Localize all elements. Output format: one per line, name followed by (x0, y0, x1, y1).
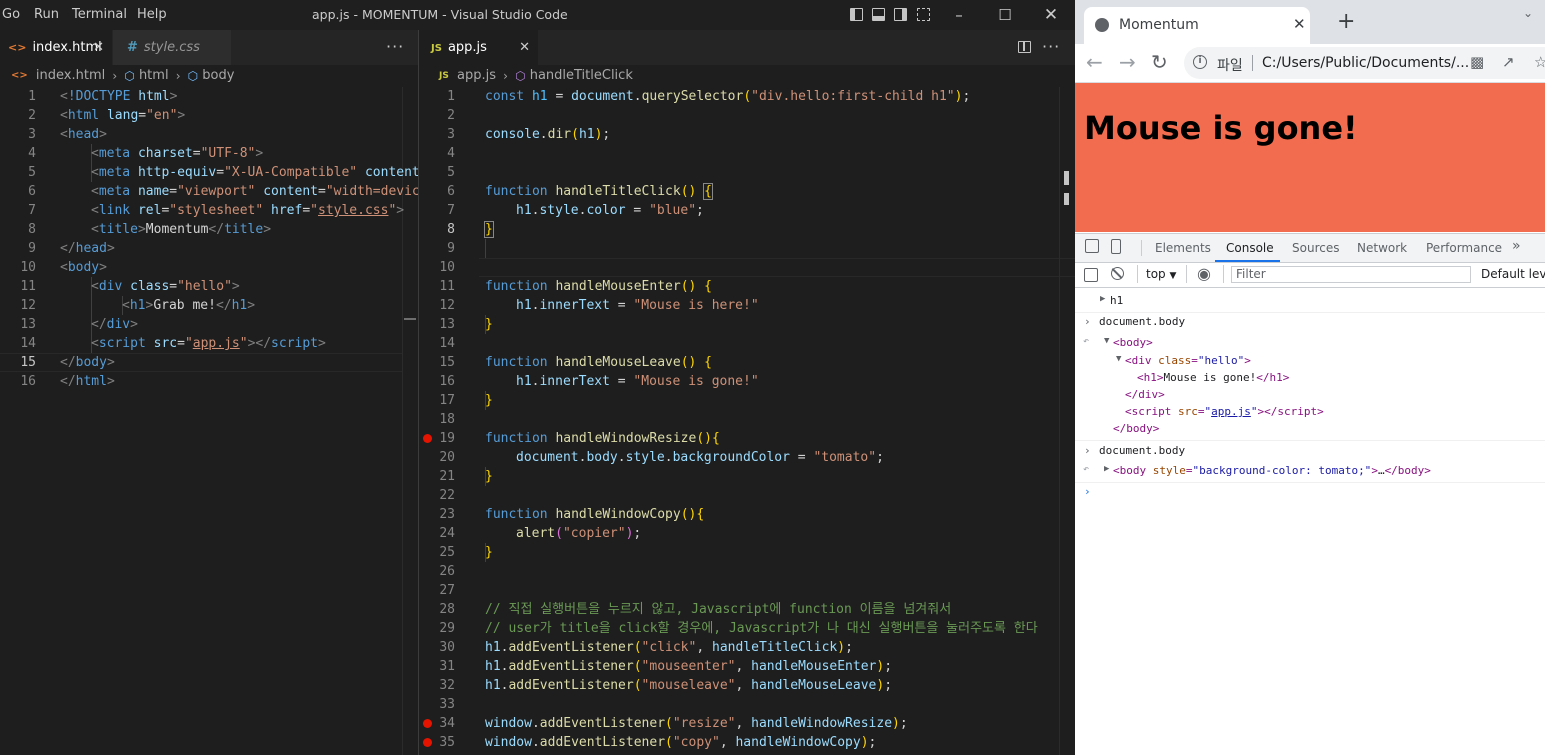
translate-icon[interactable]: ▩ (1470, 53, 1484, 71)
menu-help[interactable]: Help (137, 7, 167, 22)
address-url: C:/Users/Public/Documents/... (1262, 55, 1470, 71)
browser-tab-strip: Momentum ✕ + ⌄ (1075, 0, 1545, 44)
symbol-icon: ⬡ (124, 69, 135, 83)
browser-tab[interactable]: Momentum ✕ (1084, 7, 1310, 44)
back-icon[interactable]: ← (1086, 50, 1103, 74)
close-tab-icon[interactable]: ✕ (1293, 15, 1306, 33)
more-actions-icon[interactable]: ··· (1042, 30, 1060, 65)
sidebar-toggle-icon[interactable] (1084, 268, 1098, 282)
page-heading[interactable]: Mouse is gone! (1084, 109, 1358, 147)
devtools-tab-performance[interactable]: Performance (1426, 241, 1502, 255)
tab-label: app.js (447, 40, 487, 55)
toggle-secondary-sidebar-icon[interactable] (894, 8, 907, 21)
code-editor-js[interactable]: 1 const h1 = document.querySelector("div.… (419, 87, 1075, 755)
html-file-icon: <> (11, 70, 28, 81)
more-actions-icon[interactable]: ··· (386, 30, 404, 65)
editor-pane-right: JS app.js ✕ ··· JS app.js › ⬡ handleTitle… (419, 30, 1075, 755)
title-bar: Go Run Terminal Help app.js - MOMENTUM -… (0, 0, 1075, 30)
js-file-icon: JS (439, 71, 449, 81)
menu-run[interactable]: Run (34, 7, 59, 22)
console-toolbar: top ▼ ◉ Filter Default leve (1075, 263, 1545, 288)
clear-console-icon[interactable] (1111, 267, 1124, 280)
dropdown-arrow-icon: ▼ (1169, 271, 1177, 281)
context-select[interactable]: top ▼ (1146, 267, 1176, 281)
browser-toolbar: ← → ↻ i 파일 C:/Users/Public/Documents/...… (1075, 44, 1545, 83)
menu-go[interactable]: Go (2, 7, 20, 22)
bookmark-star-icon[interactable]: ☆ (1534, 53, 1545, 71)
forward-icon[interactable]: → (1119, 50, 1136, 74)
window-title: app.js - MOMENTUM - Visual Studio Code (312, 7, 568, 22)
browser-tab-title: Momentum (1119, 17, 1199, 33)
address-bar[interactable]: i 파일 C:/Users/Public/Documents/... ▩ ↗ ☆ (1184, 47, 1545, 79)
split-editor-icon[interactable] (1018, 41, 1031, 53)
tab-style-css[interactable]: # style.css (113, 30, 231, 65)
menu-terminal[interactable]: Terminal (72, 7, 127, 22)
share-icon[interactable]: ↗ (1502, 53, 1515, 71)
devtools-tab-network[interactable]: Network (1357, 241, 1407, 255)
breadcrumb-item[interactable]: body (202, 68, 234, 83)
breadcrumb: <> index.html › ⬡ html › ⬡ body (0, 65, 418, 87)
globe-icon (1095, 18, 1109, 32)
minimize-icon[interactable]: – (947, 4, 971, 26)
live-expression-eye-icon[interactable]: ◉ (1197, 264, 1211, 283)
vscode-window: Go Run Terminal Help app.js - MOMENTUM -… (0, 0, 1075, 755)
log-levels-select[interactable]: Default leve (1481, 267, 1545, 281)
tab-bar-right: JS app.js ✕ ··· (419, 30, 1075, 65)
editor-pane-left: <> index.html ✕ # style.css ··· <> index.h… (0, 30, 418, 755)
devtools-tab-sources[interactable]: Sources (1292, 241, 1339, 255)
devtools-panel: Elements Console Sources Network Perform… (1075, 233, 1545, 755)
breadcrumb-item[interactable]: handleTitleClick (530, 68, 633, 83)
breadcrumb-item[interactable]: index.html (36, 68, 105, 83)
context-value: top (1146, 267, 1166, 281)
chevron-right-icon: › (503, 69, 508, 83)
maximize-icon[interactable]: ☐ (993, 4, 1017, 26)
tab-label: style.css (143, 40, 200, 55)
function-symbol-icon: ⬡ (515, 69, 526, 83)
tab-bar-left: <> index.html ✕ # style.css ··· (0, 30, 418, 65)
reload-icon[interactable]: ↻ (1151, 50, 1168, 74)
page-viewport: Mouse is gone! (1075, 83, 1545, 232)
close-tab-icon[interactable]: ✕ (93, 30, 104, 65)
new-tab-icon[interactable]: + (1337, 11, 1355, 33)
chevron-right-icon: › (175, 69, 181, 83)
devtools-tab-elements[interactable]: Elements (1155, 241, 1211, 255)
browser-window: Momentum ✕ + ⌄ ← → ↻ i 파일 C:/Users/Publi… (1075, 0, 1545, 755)
close-tab-icon[interactable]: ✕ (519, 30, 530, 65)
breadcrumb-item[interactable]: app.js (457, 68, 496, 83)
chevron-right-icon: › (112, 69, 118, 83)
tab-label: index.html (32, 40, 102, 55)
console-output: ▶ h1 › document.body ↶ ▼ <body> ▼ <div class=… (1075, 288, 1545, 755)
devtools-tab-bar: Elements Console Sources Network Perform… (1075, 234, 1545, 263)
customize-layout-icon[interactable] (917, 8, 930, 21)
inspect-element-icon[interactable] (1085, 239, 1099, 253)
script-src-link[interactable]: app.js (1211, 405, 1251, 418)
html-file-icon: <> (8, 41, 27, 54)
devtools-tab-console[interactable]: Console (1226, 241, 1274, 255)
toggle-panel-icon[interactable] (872, 8, 885, 21)
close-window-icon[interactable]: ✕ (1039, 4, 1063, 26)
code-editor-html[interactable]: 1 <!DOCTYPE html> 2 <html lang="en"> 3 <hea… (0, 87, 418, 755)
device-toolbar-icon[interactable] (1111, 239, 1121, 254)
current-line-number: 8 (447, 222, 455, 237)
breadcrumb: JS app.js › ⬡ handleTitleClick (419, 65, 1075, 87)
console-filter-input[interactable]: Filter (1231, 266, 1471, 283)
address-scheme: 파일 (1217, 58, 1243, 74)
tab-index-html[interactable]: <> index.html ✕ (0, 30, 112, 65)
more-tabs-icon[interactable]: » (1512, 238, 1521, 254)
symbol-icon: ⬡ (187, 69, 199, 83)
tab-app-js[interactable]: JS app.js ✕ (419, 30, 538, 65)
chevron-down-icon[interactable]: ⌄ (1523, 6, 1533, 20)
js-file-icon: JS (431, 43, 442, 54)
breadcrumb-item[interactable]: html (139, 68, 169, 83)
current-line-number: 15 (20, 355, 36, 370)
css-file-icon: # (127, 40, 138, 55)
info-icon[interactable]: i (1193, 55, 1207, 69)
divider (1252, 55, 1253, 71)
toggle-sidebar-icon[interactable] (850, 8, 863, 21)
